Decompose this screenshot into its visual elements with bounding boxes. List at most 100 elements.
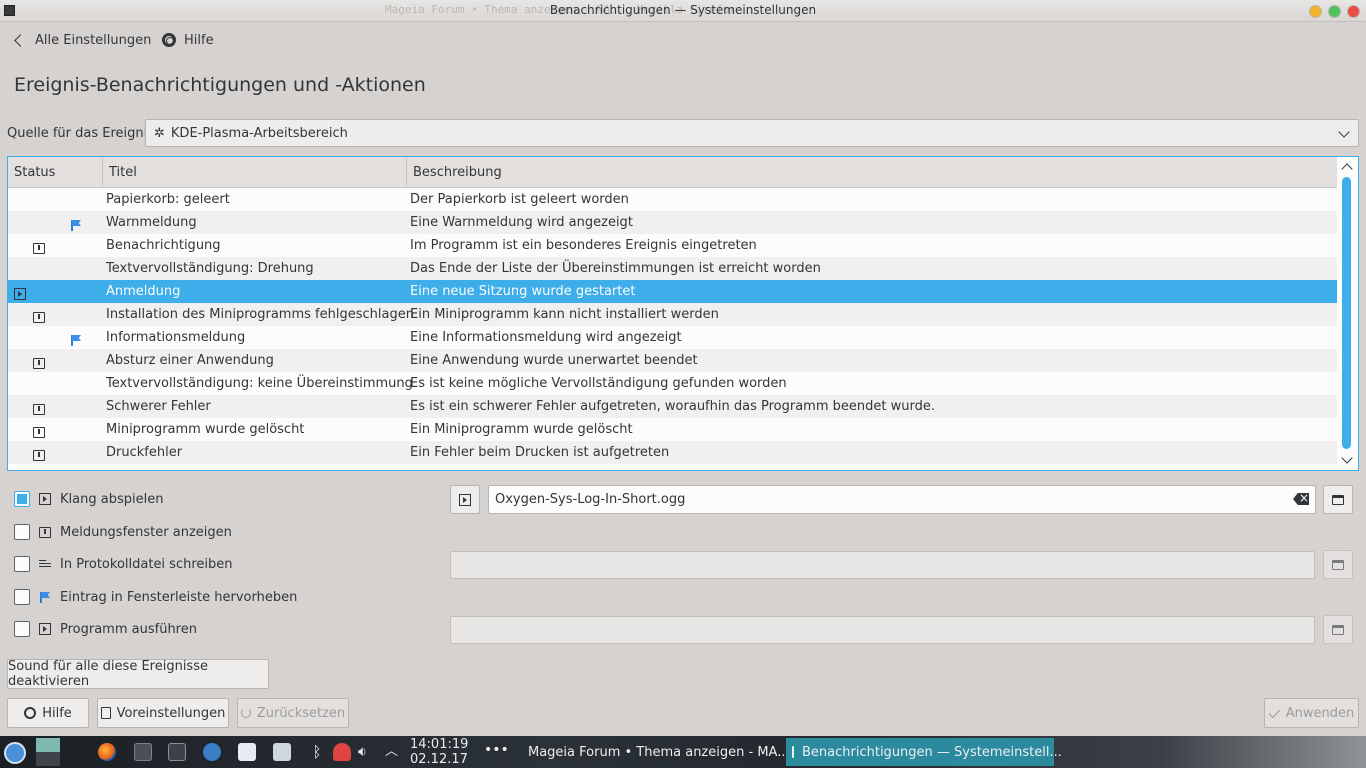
table-row[interactable]: Absturz einer Anwendung Eine Anwendung wu… [8,349,1338,372]
action-log-file[interactable]: In Protokolldatei schreiben [14,554,233,574]
row-description: Eine Anwendung wurde unerwartet beendet [410,353,698,368]
table-row[interactable]: Installation des Miniprogramms fehlgesch… [8,303,1338,326]
expand-tray-icon[interactable]: ︿ [385,743,403,761]
run-command-input[interactable] [450,616,1315,644]
task-firefox[interactable]: Mageia Forum • Thema anzeigen - MA... [514,738,790,766]
terminal-icon[interactable] [134,743,152,761]
run-command-checkbox[interactable] [14,621,30,637]
bluetooth-icon[interactable]: ᛒ [308,743,326,761]
table-header: Status Titel Beschreibung [8,157,1338,188]
firefox-icon[interactable] [98,743,116,761]
row-title: Warnmeldung [106,215,197,230]
table-scrollbar[interactable] [1337,157,1358,470]
taskbar-highlight-label: Eintrag in Fensterleiste hervorheben [60,589,298,605]
browse-log-file-button[interactable] [1323,550,1353,579]
defaults-button[interactable]: Voreinstellungen [97,698,229,728]
row-title: Textvervollständigung: Drehung [106,261,314,276]
show-popup-label: Meldungsfenster anzeigen [60,524,232,540]
table-body: Papierkorb: geleert Der Papierkorb ist ge… [8,188,1338,464]
apply-button[interactable]: Anwenden [1264,698,1359,728]
table-row[interactable]: Anmeldung Eine neue Sitzung wurde gestart… [8,280,1338,303]
table-row[interactable]: Druckfehler Ein Fehler beim Drucken ist a… [8,441,1338,464]
show-popup-checkbox[interactable] [14,524,30,540]
table-row[interactable]: Textvervollständigung: Drehung Das Ende d… [8,257,1338,280]
undo-icon [240,708,251,718]
row-description: Im Programm ist ein besonderes Ereignis … [410,238,757,253]
lifebuoy-icon [24,707,37,719]
task-system-settings[interactable]: Benachrichtigungen — Systemeinstell... [786,738,1062,766]
source-select[interactable]: ✲ KDE-Plasma-Arbeitsbereich [145,119,1359,147]
chevron-down-icon [1338,126,1350,138]
more-icon[interactable]: ••• [484,742,509,758]
events-table: Status Titel Beschreibung Papierkorb: ge… [7,156,1359,471]
table-row[interactable]: Informationsmeldung Eine Informationsmeld… [8,326,1338,349]
scroll-up-icon[interactable] [1341,163,1353,175]
source-value: KDE-Plasma-Arbeitsbereich [170,125,348,141]
table-row[interactable]: Warnmeldung Eine Warnmeldung wird angezei… [8,211,1338,234]
play-sound-label: Klang abspielen [60,491,164,507]
file-manager-icon[interactable] [273,743,291,761]
window-titlebar: Mageia Forum • Thema anzeigen - MA... Mo… [0,0,1366,22]
browse-command-button[interactable] [1323,615,1353,644]
preview-sound-button[interactable] [450,485,480,514]
close-button[interactable] [1347,5,1360,18]
system-monitor-icon[interactable] [168,743,186,761]
play-sound-checkbox[interactable] [14,491,30,507]
folder-icon [1332,559,1344,570]
row-title: Textvervollständigung: keine Übereinstim… [106,376,413,391]
row-description: Ein Fehler beim Drucken ist aufgetreten [410,445,670,460]
mail-icon[interactable] [238,743,256,761]
table-row[interactable]: Textvervollständigung: keine Übereinstim… [8,372,1338,395]
browse-sound-file-button[interactable] [1323,485,1353,514]
row-description: Ein Miniprogramm wurde gelöscht [410,422,633,437]
table-row[interactable]: Papierkorb: geleert Der Papierkorb ist ge… [8,188,1338,211]
desktop-pager-1[interactable] [36,738,60,752]
application-launcher-icon[interactable] [4,742,26,764]
row-description: Eine neue Sitzung wurde gestartet [410,284,636,299]
column-header-description[interactable]: Beschreibung [407,157,1338,188]
scrollbar-thumb[interactable] [1342,177,1351,449]
back-to-all-settings-button[interactable]: Alle Einstellungen [12,28,151,52]
minimize-button[interactable] [1309,5,1322,18]
reset-button[interactable]: Zurücksetzen [237,698,349,728]
updates-icon[interactable] [333,743,351,761]
desktop-pager-2[interactable] [36,752,60,766]
taskbar: ᛒ 🔉︎ ︿ 14:01:19 02.12.17 ••• Mageia Foru… [0,736,1366,768]
play-sound-icon [39,493,51,505]
log-file-checkbox[interactable] [14,556,30,572]
help-button[interactable]: Hilfe [7,698,89,728]
clock-date: 02.12.17 [410,752,468,767]
folder-icon [1332,624,1344,635]
disable-all-sounds-label: Sound für alle diese Ereignisse deaktivi… [8,659,208,689]
row-description: Das Ende der Liste der Übereinstimmungen… [410,261,821,276]
action-run-command[interactable]: Programm ausführen [14,619,197,639]
settings-gear-icon[interactable] [203,743,221,761]
sound-file-input[interactable]: Oxygen-Sys-Log-In-Short.ogg [488,485,1316,514]
taskbar-highlight-checkbox[interactable] [14,589,30,605]
table-row[interactable]: Schwerer Fehler Es ist ein schwerer Fehle… [8,395,1338,418]
action-show-popup[interactable]: Meldungsfenster anzeigen [14,522,232,542]
table-row[interactable]: Benachrichtigung Im Programm ist ein beso… [8,234,1338,257]
row-title: Papierkorb: geleert [106,192,230,207]
source-label: Quelle für das Ereignis: [7,126,159,141]
clear-text-icon[interactable] [1293,493,1309,505]
row-title: Absturz einer Anwendung [106,353,274,368]
help-nav-button[interactable]: Hilfe [162,28,214,52]
action-taskbar[interactable]: Eintrag in Fensterleiste hervorheben [14,587,297,607]
action-play-sound[interactable]: Klang abspielen [14,489,163,509]
log-file-input[interactable] [450,551,1315,579]
disable-all-sounds-button[interactable]: Sound für alle diese Ereignisse deaktivi… [7,659,269,689]
scroll-down-icon[interactable] [1341,452,1353,464]
message-icon [33,446,45,469]
lifebuoy-icon [162,33,176,47]
column-header-title[interactable]: Titel [103,157,407,188]
clock[interactable]: 14:01:19 02.12.17 [410,737,468,767]
apply-button-label: Anwenden [1285,705,1355,721]
table-row[interactable]: Miniprogramm wurde gelöscht Ein Miniprogr… [8,418,1338,441]
volume-icon[interactable]: 🔉︎ [358,743,376,761]
column-header-status[interactable]: Status [8,157,103,188]
row-title: Benachrichtigung [106,238,221,253]
task-label: Benachrichtigungen — Systemeinstell... [802,744,1062,760]
run-command-label: Programm ausführen [60,621,197,637]
maximize-button[interactable] [1328,5,1341,18]
